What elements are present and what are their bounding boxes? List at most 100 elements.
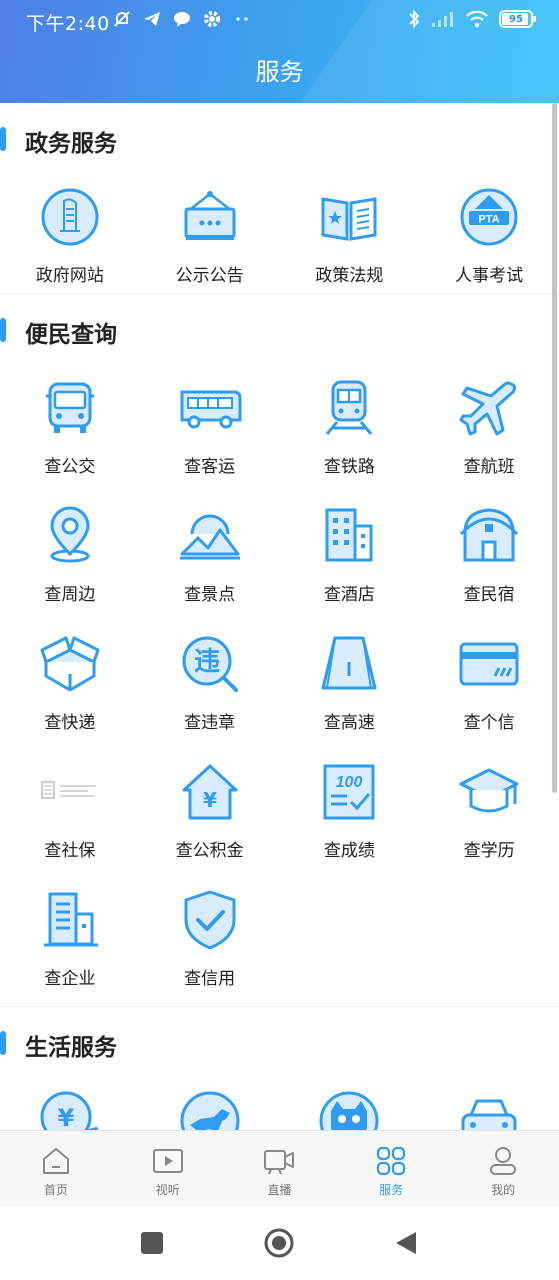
open-book-icon [321, 197, 377, 241]
section-life-services: 生活服务 ¥ [0, 1007, 559, 1130]
service-grid: ¥ [0, 1079, 559, 1130]
service-label: 查航班 [463, 457, 515, 477]
service-label: 人事考试 [455, 266, 524, 286]
signal-icon [432, 12, 453, 27]
section-title: 便民查询 [25, 322, 117, 348]
service-item-highway[interactable]: 查高速 [280, 622, 420, 750]
service-item-personnel-exam[interactable]: PTA 人事考试 [419, 175, 559, 293]
svg-text:¥: ¥ [58, 1104, 75, 1130]
service-item-coach[interactable]: 查客运 [140, 366, 280, 494]
status-bar: 下午2:40 95 [0, 0, 559, 42]
service-item-bus[interactable]: 查公交 [0, 366, 140, 494]
status-notification-icons [112, 9, 252, 29]
status-system-icons: 95 [407, 9, 536, 29]
section-header: 便民查询 [0, 294, 559, 366]
tab-live[interactable]: 直播 [224, 1131, 336, 1206]
grid-icon [377, 1146, 406, 1176]
service-item-scores[interactable]: 100 查成绩 [280, 750, 420, 878]
section-government: 政务服务 政府网站 公示公告 政策法规 PTA 人事考试 [0, 103, 559, 294]
service-item-flight[interactable]: 查航班 [419, 366, 559, 494]
recents-square-icon[interactable] [137, 1228, 167, 1258]
cat-icon [319, 1091, 379, 1130]
service-item-enterprise[interactable]: 查企业 [0, 878, 140, 1006]
service-label: 查酒店 [323, 585, 375, 605]
service-label: 查违章 [184, 713, 236, 733]
tab-video[interactable]: 视听 [112, 1131, 224, 1206]
service-content[interactable]: 政务服务 政府网站 公示公告 政策法规 PTA 人事考试 便民查询 查公交 查客… [0, 103, 559, 1130]
home-circle-icon[interactable] [264, 1228, 294, 1258]
svg-text:PTA: PTA [479, 214, 500, 226]
service-item-homestay[interactable]: 查民宿 [419, 494, 559, 622]
service-item-gov-website[interactable]: 政府网站 [0, 175, 140, 293]
service-label: 查快递 [44, 713, 96, 733]
app-header: 下午2:40 95 服务 [0, 0, 559, 103]
notice-board-icon [184, 191, 236, 240]
section-header: 生活服务 [0, 1007, 559, 1079]
svg-text:100: 100 [336, 774, 363, 791]
service-grid: 政府网站 公示公告 政策法规 PTA 人事考试 [0, 175, 559, 293]
train-icon [326, 380, 373, 435]
tab-profile[interactable]: 我的 [447, 1131, 559, 1206]
service-label: 查个信 [463, 713, 515, 733]
service-item-personal-credit[interactable]: 查个信 [419, 622, 559, 750]
service-item-car[interactable] [419, 1079, 559, 1130]
service-item-social-security[interactable]: 查社保 [0, 750, 140, 878]
service-label: 查景点 [184, 585, 236, 605]
service-item-public-notice[interactable]: 公示公告 [140, 175, 280, 293]
violation-magnifier-icon: 违 [182, 636, 238, 692]
bluetooth-icon [409, 9, 420, 29]
service-item-express[interactable]: 查快递 [0, 622, 140, 750]
service-item-nearby[interactable]: 查周边 [0, 494, 140, 622]
highway-icon [321, 636, 377, 690]
section-accent-bar [0, 1031, 6, 1055]
scrollbar[interactable] [552, 103, 557, 793]
section-accent-bar [0, 318, 6, 342]
service-item-railway[interactable]: 查铁路 [280, 366, 420, 494]
tab-home[interactable]: 首页 [0, 1131, 112, 1206]
back-triangle-icon[interactable] [392, 1228, 422, 1258]
wifi-icon [466, 10, 488, 28]
service-item-traffic-violation[interactable]: 违 查违章 [140, 622, 280, 750]
bottom-tab-bar: 首页 视听 直播 服务 我的 [0, 1130, 559, 1206]
service-item-hotel[interactable]: 查酒店 [280, 494, 420, 622]
settings-gear-icon [204, 11, 220, 27]
video-play-icon [152, 1149, 183, 1173]
tab-label: 我的 [491, 1183, 516, 1197]
more-dots-icon [236, 17, 248, 21]
home-icon [42, 1148, 69, 1174]
service-label: 查企业 [44, 969, 96, 989]
service-label: 查民宿 [463, 585, 515, 605]
enterprise-building-icon [43, 892, 98, 947]
service-label: 政策法规 [315, 266, 384, 286]
service-label: 查成绩 [323, 841, 375, 861]
service-item-payment[interactable]: ¥ [0, 1079, 140, 1130]
tab-label: 首页 [43, 1183, 68, 1197]
section-title: 生活服务 [25, 1035, 117, 1061]
service-label: 查社保 [44, 841, 96, 861]
service-item-education[interactable]: 查学历 [419, 750, 559, 878]
service-item-policy[interactable]: 政策法规 [280, 175, 420, 293]
credit-card-icon [459, 642, 519, 686]
service-label: 查公积金 [175, 841, 244, 861]
score-sheet-icon: 100 [323, 764, 375, 820]
service-item-tmall[interactable] [280, 1079, 420, 1130]
barn-house-icon [460, 508, 519, 562]
service-item-housing-fund[interactable]: ¥ 查公积金 [140, 750, 280, 878]
battery-icon: 95 [499, 10, 536, 28]
plane-icon [459, 381, 517, 436]
svg-text:违: 违 [194, 647, 220, 677]
battery-level: 95 [509, 13, 523, 25]
dog-icon [180, 1091, 240, 1130]
service-label: 查高速 [323, 713, 375, 733]
service-item-scenic-spot[interactable]: 查景点 [140, 494, 280, 622]
service-item-pet-dog[interactable] [140, 1079, 280, 1130]
tab-services[interactable]: 服务 [335, 1131, 447, 1206]
service-grid: 查公交 查客运 查铁路 查航班 查周边 查景点 查酒店 查民宿 查快递 违 查违… [0, 366, 559, 1006]
bus-icon [45, 382, 94, 433]
service-item-credit[interactable]: 查信用 [140, 878, 280, 1006]
tab-label: 服务 [379, 1183, 404, 1197]
service-label: 查铁路 [323, 457, 375, 477]
service-label: 查客运 [184, 457, 236, 477]
service-label: 政府网站 [35, 266, 104, 286]
coach-icon [180, 390, 242, 429]
